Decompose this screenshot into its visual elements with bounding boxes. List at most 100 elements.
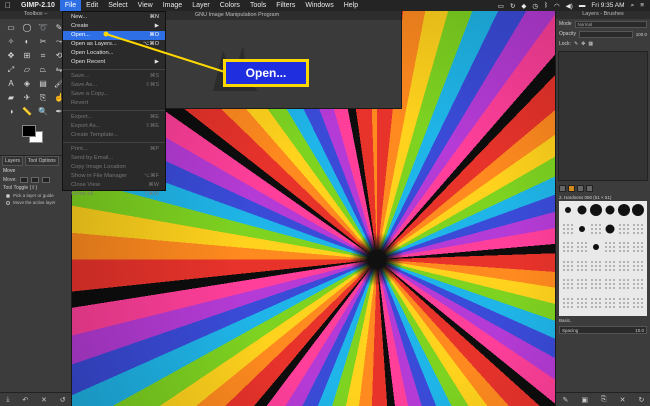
- color-swatches[interactable]: [4, 123, 67, 153]
- restore-icon[interactable]: ↶: [22, 396, 28, 404]
- crop-icon[interactable]: ⌗: [36, 50, 50, 62]
- rect-select-icon[interactable]: ▭: [4, 22, 18, 34]
- menu-file[interactable]: File: [59, 0, 82, 11]
- time-machine-icon[interactable]: ◷: [532, 2, 538, 10]
- brush-item[interactable]: [632, 296, 644, 309]
- radio-button[interactable]: [6, 193, 10, 198]
- scissors-icon[interactable]: ✂: [36, 36, 50, 48]
- bucket-fill-icon[interactable]: ◈: [20, 78, 34, 90]
- menu-help[interactable]: Help: [339, 0, 363, 11]
- brush-item[interactable]: [562, 296, 574, 309]
- delete-brush-icon[interactable]: ✕: [620, 396, 626, 404]
- brush-item[interactable]: [576, 241, 588, 253]
- lock-alpha-icon[interactable]: ▦: [588, 41, 593, 47]
- brush-item[interactable]: [618, 278, 630, 290]
- tab-tool-options[interactable]: Tool Options: [25, 156, 59, 166]
- eraser-icon[interactable]: ▰: [4, 92, 18, 104]
- move-icon[interactable]: ✥: [4, 50, 18, 62]
- shear-icon[interactable]: ▱: [20, 64, 34, 76]
- bluetooth-icon[interactable]: ᛒ: [544, 2, 548, 9]
- menu-select[interactable]: Select: [103, 0, 132, 11]
- brush-item[interactable]: [604, 241, 616, 253]
- new-brush-icon[interactable]: ▣: [581, 396, 588, 404]
- scale-icon[interactable]: ⤢: [4, 64, 18, 76]
- brush-item[interactable]: [576, 278, 588, 290]
- brush-item[interactable]: [579, 225, 585, 232]
- menu-item-create[interactable]: Create ▶: [63, 22, 165, 31]
- apple-icon[interactable]: : [0, 1, 16, 10]
- radio-button[interactable]: [6, 200, 10, 205]
- tab-fonts[interactable]: [577, 185, 584, 192]
- ellipse-select-icon[interactable]: ◯: [20, 22, 34, 34]
- menu-tools[interactable]: Tools: [245, 0, 271, 11]
- brush-item[interactable]: [590, 222, 602, 235]
- brush-item[interactable]: [632, 259, 644, 272]
- opacity-slider[interactable]: [578, 30, 633, 38]
- sync-icon[interactable]: ↻: [510, 2, 515, 10]
- airbrush-icon[interactable]: ✈: [20, 92, 34, 104]
- tab-patterns[interactable]: [568, 185, 575, 192]
- notification-icon[interactable]: ≡: [640, 2, 644, 9]
- menu-item-open[interactable]: Open... ⌘O: [63, 31, 165, 40]
- brush-item[interactable]: [576, 296, 588, 309]
- duplicate-brush-icon[interactable]: ⎘: [601, 396, 607, 404]
- brush-item[interactable]: [590, 296, 602, 309]
- measure-icon[interactable]: 📏: [20, 106, 34, 118]
- brush-item[interactable]: [605, 224, 615, 233]
- brush-item[interactable]: [604, 278, 616, 290]
- search-icon[interactable]: ⌕: [631, 2, 635, 10]
- layers-list[interactable]: [558, 51, 648, 181]
- menu-item-open-as-layers[interactable]: Open as Layers... ⌥⌘O: [63, 40, 165, 49]
- brush-item[interactable]: [632, 204, 644, 216]
- brush-item[interactable]: [576, 259, 588, 272]
- brush-item[interactable]: [562, 278, 574, 290]
- perspective-icon[interactable]: ⏢: [36, 64, 50, 76]
- battery-icon[interactable]: ▬: [579, 2, 586, 9]
- menu-filters[interactable]: Filters: [271, 0, 300, 11]
- brush-item[interactable]: [590, 204, 602, 216]
- lock-position-icon[interactable]: ✥: [581, 41, 585, 47]
- spacing-slider[interactable]: Spacing 10.0: [559, 326, 647, 334]
- menu-item-open-location[interactable]: Open Location...: [63, 49, 165, 58]
- zoom-icon[interactable]: 🔍: [36, 106, 50, 118]
- reset-icon[interactable]: ↺: [60, 396, 66, 404]
- clock[interactable]: Fri 9:35 AM: [591, 2, 624, 9]
- menu-item-new[interactable]: New... ⌘N: [63, 13, 165, 22]
- brush-item[interactable]: [618, 296, 630, 309]
- radio-move-active[interactable]: Move the active layer: [0, 199, 71, 206]
- brush-item[interactable]: [562, 241, 574, 253]
- brush-item[interactable]: [618, 222, 630, 235]
- brush-item[interactable]: [632, 222, 644, 235]
- brush-item[interactable]: [590, 259, 602, 272]
- save-icon[interactable]: ⤓: [6, 396, 9, 404]
- brush-item[interactable]: [604, 259, 616, 272]
- menu-layer[interactable]: Layer: [187, 0, 215, 11]
- edit-brush-icon[interactable]: ✎: [563, 396, 569, 404]
- dropbox-icon[interactable]: ◆: [521, 2, 526, 10]
- menu-view[interactable]: View: [133, 0, 158, 11]
- lock-pixels-icon[interactable]: ✎: [574, 41, 578, 47]
- clone-icon[interactable]: ⎘: [36, 92, 50, 104]
- wifi-icon[interactable]: ◠: [554, 2, 560, 10]
- tab-document-history[interactable]: [586, 185, 593, 192]
- lasso-icon[interactable]: ➰: [36, 22, 50, 34]
- brush-item[interactable]: [632, 278, 644, 290]
- menu-item-open-recent[interactable]: Open Recent ▶: [63, 58, 165, 67]
- brush-item[interactable]: [618, 204, 630, 216]
- tab-layers[interactable]: Layers: [2, 156, 24, 166]
- foreground-color[interactable]: [22, 125, 36, 137]
- menu-windows[interactable]: Windows: [300, 0, 338, 11]
- menu-edit[interactable]: Edit: [81, 0, 103, 11]
- refresh-brush-icon[interactable]: ↻: [639, 396, 645, 404]
- move-layer-mode[interactable]: [19, 177, 28, 183]
- brush-item[interactable]: [562, 259, 574, 272]
- brush-item[interactable]: [618, 259, 630, 272]
- delete-icon[interactable]: ✕: [41, 396, 47, 404]
- cast-icon[interactable]: ▭: [498, 2, 504, 10]
- fuzzy-select-icon[interactable]: ✧: [4, 36, 18, 48]
- mode-select[interactable]: Normal: [574, 20, 647, 28]
- menu-image[interactable]: Image: [158, 0, 187, 11]
- brush-item[interactable]: [605, 205, 615, 215]
- brush-item[interactable]: [632, 241, 644, 253]
- dodge-burn-icon[interactable]: ◑: [4, 106, 18, 118]
